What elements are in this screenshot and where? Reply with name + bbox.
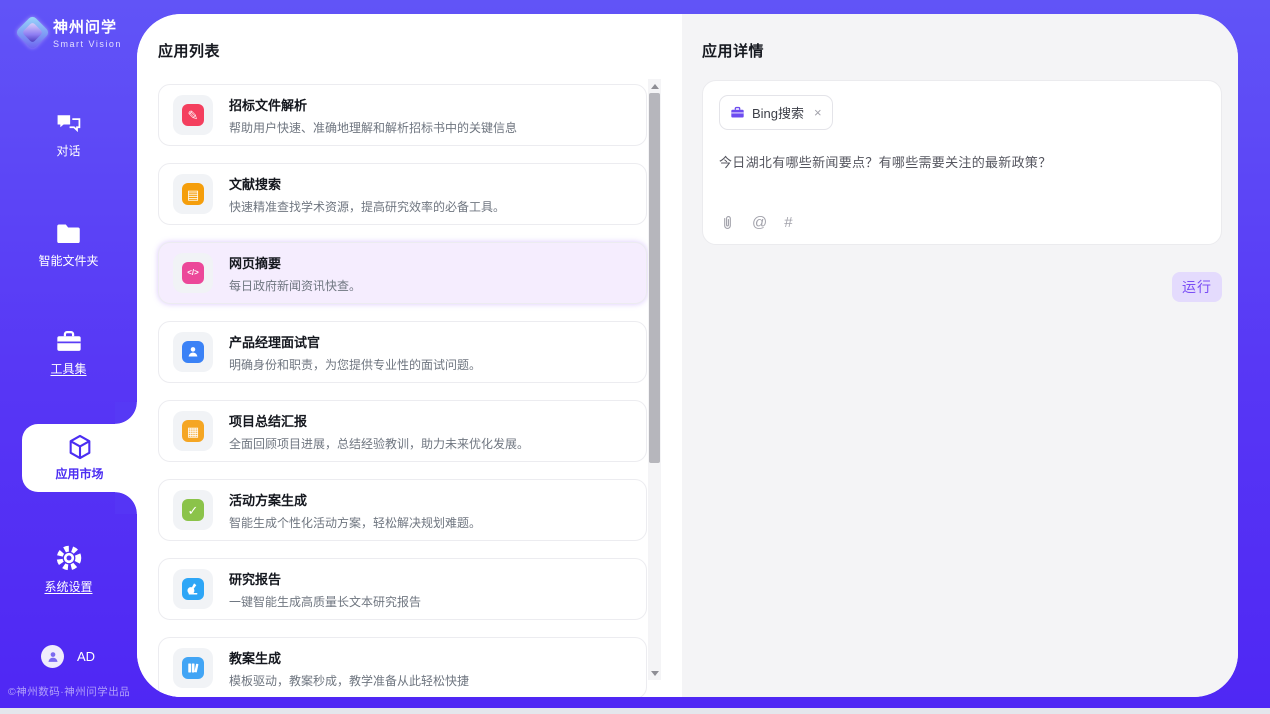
microscope-icon: [182, 578, 204, 600]
chat-icon: [55, 112, 82, 136]
interviewer-icon: [182, 341, 204, 363]
prompt-card: Bing搜索 × 今日湖北有哪些新闻要点？有哪些需要关注的最新政策？ @ #: [702, 80, 1222, 245]
brand-subtitle: Smart Vision: [53, 39, 122, 49]
app-card-literature-search[interactable]: ▤ 文献搜索 快速精准查找学术资源，提高研究效率的必备工具。: [158, 163, 647, 225]
cube-icon: [66, 433, 94, 461]
app-card-desc: 模板驱动，教案秒成，教学准备从此轻松快捷: [229, 672, 469, 689]
clipboard-check-icon: ✓: [182, 499, 204, 521]
gear-icon: [55, 544, 83, 572]
app-card-research-report[interactable]: 研究报告 一键智能生成高质量长文本研究报告: [158, 558, 647, 620]
app-detail-panel: 应用详情 Bing搜索 × 今日湖北有哪些新闻要点？有哪些需要关注的最新政策？: [682, 14, 1238, 697]
app-window: 神州问学 Smart Vision 对话 智能文件夹: [0, 0, 1270, 714]
app-card-desc: 全面回顾项目进展，总结经验教训，助力未来优化发展。: [229, 435, 529, 452]
brand-logo: 神州问学 Smart Vision: [20, 16, 122, 49]
app-card-web-summary-selected[interactable]: </> 网页摘要 每日政府新闻资讯快查。: [158, 242, 647, 304]
prompt-toolbar: @ #: [720, 214, 793, 231]
sidebar-item-toolset[interactable]: 工具集: [0, 329, 137, 378]
tool-tag-label: Bing搜索: [752, 103, 804, 122]
sidebar-item-label: 智能文件夹: [38, 252, 98, 269]
briefcase-icon: [730, 106, 745, 119]
hashtag-icon[interactable]: #: [784, 214, 792, 231]
document-edit-icon: ✎: [182, 104, 204, 126]
app-card-pm-interviewer[interactable]: 产品经理面试官 明确身份和职责，为您提供专业性的面试问题。: [158, 321, 647, 383]
app-card-desc: 每日政府新闻资讯快查。: [229, 277, 361, 294]
app-card-desc: 智能生成个性化活动方案，轻松解决规划难题。: [229, 514, 481, 531]
app-card-event-plan[interactable]: ✓ 活动方案生成 智能生成个性化活动方案，轻松解决规划难题。: [158, 479, 647, 541]
app-card-project-summary[interactable]: ▦ 项目总结汇报 全面回顾项目进展，总结经验教训，助力未来优化发展。: [158, 400, 647, 462]
app-card-desc: 一键智能生成高质量长文本研究报告: [229, 593, 421, 610]
app-card-title: 产品经理面试官: [229, 332, 481, 351]
user-account[interactable]: AD: [41, 645, 95, 668]
sidebar-item-smart-folder[interactable]: 智能文件夹: [0, 222, 137, 270]
browser-code-icon: </>: [182, 262, 204, 284]
app-card-title: 网页摘要: [229, 253, 361, 272]
toolbox-icon: [55, 329, 83, 354]
main-content: 应用列表 ✎ 招标文件解析 帮助用户快速、准确地理解和解析招标书中的关键信息 ▤: [137, 14, 1238, 697]
app-card-title: 活动方案生成: [229, 490, 481, 509]
sidebar-item-label: 系统设置: [44, 578, 92, 595]
scroll-up-button[interactable]: [648, 79, 661, 93]
prompt-input[interactable]: 今日湖北有哪些新闻要点？有哪些需要关注的最新政策？: [719, 152, 1205, 171]
book-icon: ▤: [182, 183, 204, 205]
sidebar-item-settings[interactable]: 系统设置: [0, 544, 137, 596]
brand-name: 神州问学: [53, 16, 122, 37]
app-detail-title: 应用详情: [702, 40, 764, 61]
app-list-panel: 应用列表 ✎ 招标文件解析 帮助用户快速、准确地理解和解析招标书中的关键信息 ▤: [137, 14, 682, 697]
folder-icon: [55, 222, 82, 246]
user-avatar-icon: [41, 645, 64, 668]
app-card-title: 教案生成: [229, 648, 469, 667]
app-list-scrollbar[interactable]: [648, 79, 661, 680]
run-button[interactable]: 运行: [1172, 272, 1222, 302]
mention-icon[interactable]: @: [752, 214, 767, 231]
app-card-list: ✎ 招标文件解析 帮助用户快速、准确地理解和解析招标书中的关键信息 ▤ 文献搜索…: [158, 84, 647, 697]
sidebar-item-app-market[interactable]: 应用市场: [22, 424, 137, 492]
close-icon[interactable]: ×: [814, 106, 822, 119]
window-bottom-edge: [0, 708, 1270, 714]
app-card-desc: 快速精准查找学术资源，提高研究效率的必备工具。: [229, 198, 505, 215]
sidebar: 神州问学 Smart Vision 对话 智能文件夹: [0, 0, 137, 708]
user-initials: AD: [77, 649, 95, 664]
sidebar-item-label: 对话: [56, 142, 80, 159]
tool-tag-bing-search[interactable]: Bing搜索 ×: [719, 95, 833, 130]
paperclip-icon[interactable]: [720, 214, 735, 231]
app-card-desc: 明确身份和职责，为您提供专业性的面试问题。: [229, 356, 481, 373]
sidebar-item-label: 应用市场: [55, 465, 103, 482]
brand-diamond-icon: [15, 15, 50, 50]
scrollbar-thumb[interactable]: [649, 93, 660, 463]
sidebar-item-chat[interactable]: 对话: [0, 112, 137, 160]
app-card-title: 项目总结汇报: [229, 411, 529, 430]
app-card-desc: 帮助用户快速、准确地理解和解析招标书中的关键信息: [229, 119, 517, 136]
calendar-icon: ▦: [182, 420, 204, 442]
app-card-title: 文献搜索: [229, 174, 505, 193]
app-card-title: 招标文件解析: [229, 95, 517, 114]
copyright-text: ©神州数码·神州问学出品: [8, 684, 130, 699]
app-card-lesson-plan[interactable]: 教案生成 模板驱动，教案秒成，教学准备从此轻松快捷: [158, 637, 647, 697]
app-card-bid-document-parse[interactable]: ✎ 招标文件解析 帮助用户快速、准确地理解和解析招标书中的关键信息: [158, 84, 647, 146]
scroll-down-button[interactable]: [648, 666, 661, 680]
sidebar-item-label: 工具集: [50, 360, 86, 377]
scrollbar-track[interactable]: [648, 93, 661, 666]
app-list-title: 应用列表: [158, 40, 220, 61]
books-icon: [182, 657, 204, 679]
app-card-title: 研究报告: [229, 569, 421, 588]
